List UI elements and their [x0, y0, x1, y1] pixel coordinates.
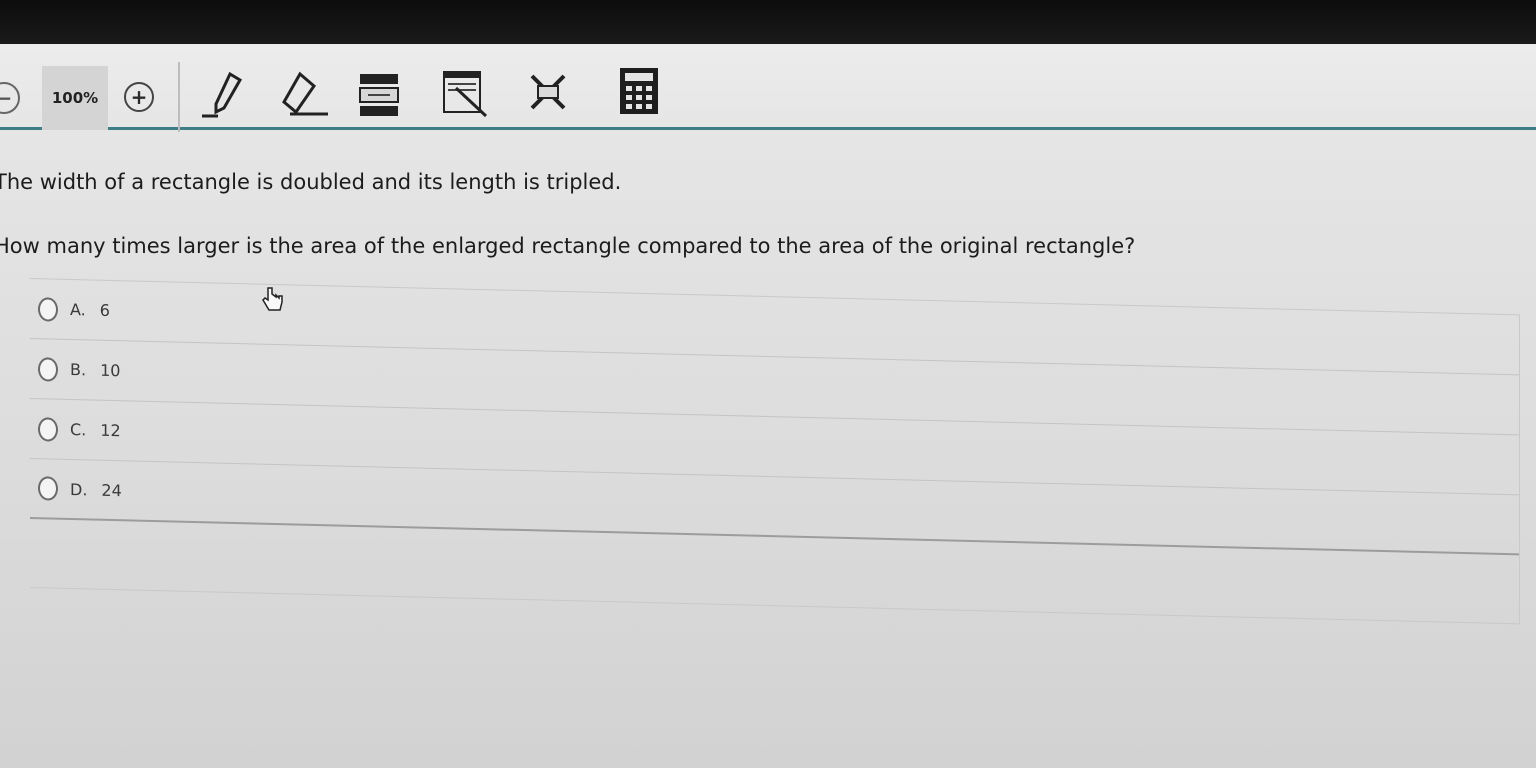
- answer-eliminator-button[interactable]: [528, 72, 568, 112]
- choice-letter: A.: [70, 299, 86, 320]
- highlighter-icon: [359, 74, 399, 116]
- radio-button-b[interactable]: [38, 356, 58, 382]
- choice-letter: B.: [70, 359, 87, 380]
- choice-value: 12: [100, 420, 121, 441]
- zoom-out-icon: −: [0, 86, 13, 110]
- choice-letter: C.: [70, 419, 87, 440]
- pencil-button[interactable]: [200, 68, 248, 120]
- choice-letter: D.: [70, 479, 88, 499]
- question-stem-line-1: The width of a rectangle is doubled and …: [0, 170, 622, 194]
- zoom-out-button[interactable]: −: [0, 82, 20, 114]
- eraser-button[interactable]: [278, 68, 330, 120]
- answer-choices: A. 6 B. 10 C. 12 D. 24: [30, 278, 1520, 625]
- radio-button-a[interactable]: [38, 296, 58, 322]
- toolbar: − 100% +: [0, 44, 1536, 132]
- radio-button-d[interactable]: [38, 476, 58, 501]
- radio-button-c[interactable]: [38, 416, 58, 442]
- line-reader-button[interactable]: [440, 68, 496, 122]
- choice-value: 10: [100, 360, 121, 381]
- answer-eliminator-icon: [530, 74, 566, 110]
- toolbar-divider: [178, 62, 180, 132]
- line-reader-icon: [443, 71, 488, 118]
- eraser-icon: [282, 71, 328, 116]
- hand-cursor-icon: [262, 287, 283, 311]
- zoom-in-button[interactable]: +: [124, 82, 154, 112]
- screen-bezel: [0, 0, 1536, 44]
- choice-value: 24: [101, 480, 122, 500]
- pencil-icon: [202, 71, 243, 118]
- highlighter-button[interactable]: [358, 70, 400, 120]
- calculator-button[interactable]: [618, 66, 660, 116]
- zoom-in-icon: +: [130, 85, 148, 109]
- zoom-level-display: 100%: [42, 66, 108, 130]
- question-stem-line-2: How many times larger is the area of the…: [0, 234, 1136, 258]
- calculator-icon: [620, 68, 658, 114]
- choice-value: 6: [99, 300, 110, 320]
